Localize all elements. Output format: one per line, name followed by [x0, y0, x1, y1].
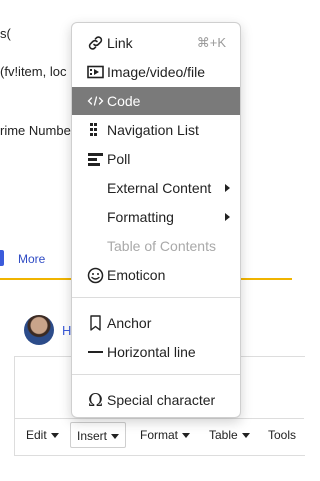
horizontal-line-icon: [87, 344, 104, 360]
emoticon-icon: [87, 267, 104, 283]
menu-item-special-character[interactable]: Ω Special character: [72, 386, 240, 414]
menu-item-anchor[interactable]: Anchor: [72, 309, 240, 337]
user-name-link[interactable]: H: [62, 323, 71, 338]
chevron-down-icon: [50, 433, 59, 439]
menu-separator: [72, 297, 240, 298]
menu-item-navigation-list-label: Navigation List: [107, 122, 199, 138]
code-fragment-3: rime Numbe: [0, 123, 71, 138]
code-fragment-2: (fv!item, loc: [0, 64, 67, 79]
menu-tools[interactable]: Tools: [262, 422, 302, 448]
menu-edit-label: Edit: [26, 428, 47, 442]
menu-insert-label: Insert: [77, 429, 108, 443]
menu-item-poll[interactable]: Poll: [72, 145, 240, 173]
menu-item-code[interactable]: Code: [72, 87, 240, 115]
menu-item-media[interactable]: Image/video/file: [72, 58, 240, 86]
menu-tools-label: Tools: [268, 428, 297, 442]
tab-accent: [0, 250, 4, 266]
menu-item-link[interactable]: Link ⌘+K: [72, 29, 240, 57]
menu-item-navigation-list[interactable]: Navigation List: [72, 116, 240, 144]
code-fragment-1: s(: [0, 26, 11, 41]
more-link[interactable]: More: [18, 252, 45, 266]
menu-item-external-content[interactable]: External Content: [72, 174, 240, 202]
menu-item-link-label: Link: [107, 35, 133, 51]
omega-icon: Ω: [88, 389, 103, 411]
chevron-down-icon: [111, 434, 120, 440]
chevron-right-icon: [225, 213, 230, 221]
menu-item-emoticon-label: Emoticon: [107, 267, 166, 283]
chevron-down-icon: [182, 433, 191, 439]
menu-item-external-content-label: External Content: [107, 180, 212, 196]
menu-separator: [72, 374, 240, 375]
menu-item-horizontal-line-label: Horizontal line: [107, 344, 196, 360]
poll-icon: [87, 151, 104, 167]
media-icon: [87, 64, 104, 80]
bookmark-icon: [87, 315, 104, 331]
menu-item-table-of-contents: Table of Contents: [72, 232, 240, 260]
menu-item-anchor-label: Anchor: [107, 315, 152, 331]
menu-format-label: Format: [140, 428, 179, 442]
avatar: [24, 315, 54, 345]
menu-insert[interactable]: Insert: [70, 422, 127, 448]
menu-item-special-character-label: Special character: [107, 392, 216, 408]
menu-item-horizontal-line[interactable]: Horizontal line: [72, 338, 240, 366]
editor-divider: [14, 418, 304, 419]
menu-item-formatting[interactable]: Formatting: [72, 203, 240, 231]
chevron-right-icon: [225, 184, 230, 192]
code-icon: [87, 93, 104, 109]
menu-item-poll-label: Poll: [107, 151, 131, 167]
chevron-down-icon: [241, 433, 250, 439]
menu-table[interactable]: Table: [203, 422, 256, 448]
menu-table-label: Table: [209, 428, 238, 442]
menu-edit[interactable]: Edit: [20, 422, 65, 448]
menu-item-code-label: Code: [107, 93, 141, 109]
menu-item-formatting-label: Formatting: [107, 209, 174, 225]
navigation-list-icon: [87, 122, 104, 138]
insert-menu: Link ⌘+K Image/video/file Code Navigatio…: [71, 22, 241, 418]
menu-item-emoticon[interactable]: Emoticon: [72, 261, 240, 289]
menu-item-link-shortcut: ⌘+K: [196, 35, 226, 50]
menu-format[interactable]: Format: [134, 422, 196, 448]
menu-item-media-label: Image/video/file: [107, 64, 206, 80]
link-icon: [87, 35, 104, 51]
menu-item-table-of-contents-label: Table of Contents: [107, 238, 216, 254]
